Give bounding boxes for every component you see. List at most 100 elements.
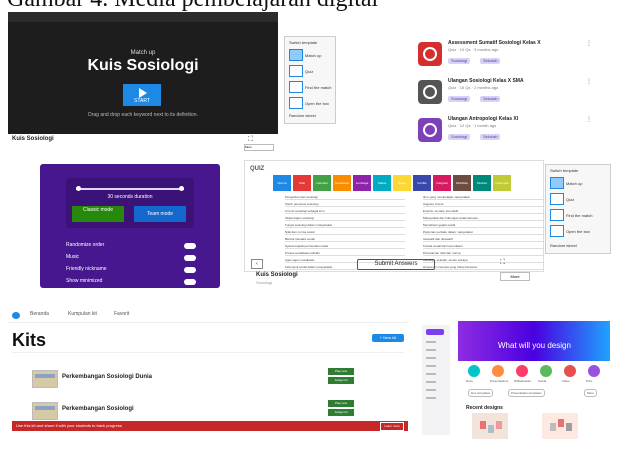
keyword-tile[interactable]: Lembaga <box>353 175 371 191</box>
recent-design-thumbnail[interactable] <box>472 413 508 439</box>
submit-answers-button[interactable]: Submit Answers <box>357 259 435 270</box>
kit-row[interactable]: Perkembangan Sosiologi Dunia Play now As… <box>32 366 398 396</box>
nav-item[interactable]: Beranda <box>30 311 49 317</box>
matching-line[interactable]: Tokoh pencetus sosiologi <box>285 202 405 207</box>
template-open-box[interactable] <box>289 97 303 109</box>
matching-line[interactable]: Syarat terjadinya interaksi sosial <box>285 244 405 249</box>
sidebar-item[interactable] <box>426 365 436 367</box>
resource-item[interactable]: Ulangan Antropologi Kelas XI Quiz · 12 Q… <box>418 114 608 148</box>
matching-line[interactable]: Penanaman nilai dan norma <box>423 251 543 256</box>
matching-line[interactable]: Asosiatif dan disosiatif <box>423 237 543 242</box>
previous-icon[interactable]: ‹ <box>251 259 263 269</box>
template-pill[interactable]: Doc templates <box>468 389 494 397</box>
resource-tag[interactable]: Sosiologi <box>448 96 471 102</box>
sidebar-item[interactable] <box>426 373 436 375</box>
keyword-tile[interactable]: Integrasi <box>433 175 451 191</box>
kit-name[interactable]: Perkembangan Sosiologi Dunia <box>62 374 152 380</box>
matchup-game-preview[interactable]: Match up Kuis Sosiologi START Drag and d… <box>8 12 278 134</box>
matching-line[interactable]: Auguste Comte <box>423 202 543 207</box>
template-pill[interactable]: Presentation templates <box>508 389 545 397</box>
play-now-button[interactable]: Play now <box>328 368 354 375</box>
matching-line[interactable]: Ilmu yang mempelajari masyarakat <box>423 195 543 200</box>
sidebar-item[interactable] <box>426 381 436 383</box>
assign-kit-button[interactable]: Assign kit <box>328 377 354 384</box>
category-icon[interactable] <box>468 365 480 377</box>
toggle-switch[interactable] <box>184 267 196 273</box>
template-quiz[interactable] <box>550 193 564 205</box>
matching-line[interactable]: Objek kajian sosiologi <box>285 216 405 221</box>
sidebar-item[interactable] <box>426 397 436 399</box>
keyword-tile[interactable]: Nilai <box>293 175 311 191</box>
more-button[interactable]: More <box>244 144 274 151</box>
keyword-tile[interactable]: Kelompok <box>493 175 511 191</box>
resource-tag[interactable]: Sosiologi <box>448 134 471 140</box>
slider-knob[interactable] <box>76 186 81 191</box>
matching-line[interactable]: Pedoman perilaku dalam masyarakat <box>423 230 543 235</box>
sidebar-item[interactable] <box>426 341 436 343</box>
category-icon[interactable] <box>588 365 600 377</box>
keyword-tile[interactable]: Struktur <box>473 175 491 191</box>
template-find-match[interactable] <box>550 209 564 221</box>
option-row[interactable]: Friendly nickname <box>66 266 196 275</box>
more-options-icon[interactable]: ⋮ <box>586 116 592 123</box>
template-find-match[interactable] <box>289 81 303 93</box>
resource-tag[interactable]: Sekolah <box>480 58 501 64</box>
option-row[interactable]: Show minimized <box>66 278 196 287</box>
sidebar-item[interactable] <box>426 357 436 359</box>
assign-kit-button[interactable]: Assign kit <box>328 409 354 416</box>
keyword-tile[interactable]: Sosialisasi <box>333 175 351 191</box>
start-button[interactable]: START <box>123 84 161 106</box>
recent-design-thumbnail[interactable] <box>542 413 578 439</box>
keyword-tile[interactable]: Interaksi <box>313 175 331 191</box>
play-now-button[interactable]: Play now <box>328 400 354 407</box>
template-match-up[interactable] <box>289 49 303 61</box>
matching-line[interactable]: Empiris, teoretis, kumulatif <box>423 209 543 214</box>
nav-item[interactable]: Favorit <box>114 311 129 317</box>
option-row[interactable]: Randomize order <box>66 242 196 251</box>
category-icon[interactable] <box>492 365 504 377</box>
category-icon[interactable] <box>516 365 528 377</box>
toggle-switch[interactable] <box>184 279 196 285</box>
template-match-up[interactable] <box>550 177 564 189</box>
more-button[interactable]: More <box>500 272 530 281</box>
matching-line[interactable]: Pengertian dari sosiologi <box>285 195 405 200</box>
matching-line[interactable]: Bentuk interaksi sosial <box>285 237 405 242</box>
banner-button[interactable]: Learn more <box>380 422 404 431</box>
keyword-tile[interactable]: Konflik <box>413 175 431 191</box>
matching-line[interactable]: Ciri-ciri sosiologi sebagai ilmu <box>285 209 405 214</box>
resource-item[interactable]: Ulangan Sosiologi Kelas X SMA Quiz · 15 … <box>418 76 608 110</box>
template-quiz[interactable] <box>289 65 303 77</box>
fullscreen-icon[interactable]: ⛶ <box>500 259 505 267</box>
category-icon[interactable] <box>564 365 576 377</box>
keyword-tile[interactable]: Status <box>373 175 391 191</box>
resource-tag[interactable]: Sekolah <box>480 96 501 102</box>
new-kit-button[interactable]: + New kit <box>372 334 404 342</box>
resource-tag[interactable]: Sekolah <box>480 134 501 140</box>
more-options-icon[interactable]: ⋮ <box>586 40 592 47</box>
fullscreen-icon[interactable]: ⛶ <box>248 136 253 144</box>
keyword-tile[interactable]: Norma <box>273 175 291 191</box>
toggle-switch[interactable] <box>184 243 196 249</box>
sidebar-item[interactable] <box>426 349 436 351</box>
slider-knob[interactable] <box>179 186 184 191</box>
resource-tag[interactable]: Sosiologi <box>448 58 471 64</box>
matching-line[interactable]: Proses sosialisasi individu <box>285 251 405 256</box>
template-pill[interactable]: More <box>584 389 597 397</box>
create-design-button[interactable] <box>426 329 444 335</box>
matching-line[interactable]: Masyarakat dan hubungan antarmanusia <box>423 216 543 221</box>
keyword-tile[interactable]: Mobilitas <box>453 175 471 191</box>
matching-line[interactable]: Memahami gejala sosial <box>423 223 543 228</box>
more-options-icon[interactable]: ⋮ <box>586 78 592 85</box>
keyword-tile[interactable]: Peran <box>393 175 411 191</box>
matching-line[interactable]: Keluarga, sekolah, teman sebaya <box>423 258 543 263</box>
classic-mode-button[interactable]: Classic mode <box>72 206 124 222</box>
template-open-box[interactable] <box>550 225 564 237</box>
category-icon[interactable] <box>540 365 552 377</box>
option-row[interactable]: Music <box>66 254 196 263</box>
duration-slider[interactable] <box>76 186 184 191</box>
nav-item[interactable]: Kumpulan kit <box>68 311 97 317</box>
matching-line[interactable]: Kontak sosial dan komunikasi <box>423 244 543 249</box>
matching-line[interactable]: Fungsi sosiologi dalam masyarakat <box>285 223 405 228</box>
toggle-switch[interactable] <box>184 255 196 261</box>
team-mode-button[interactable]: Team mode <box>134 206 186 222</box>
